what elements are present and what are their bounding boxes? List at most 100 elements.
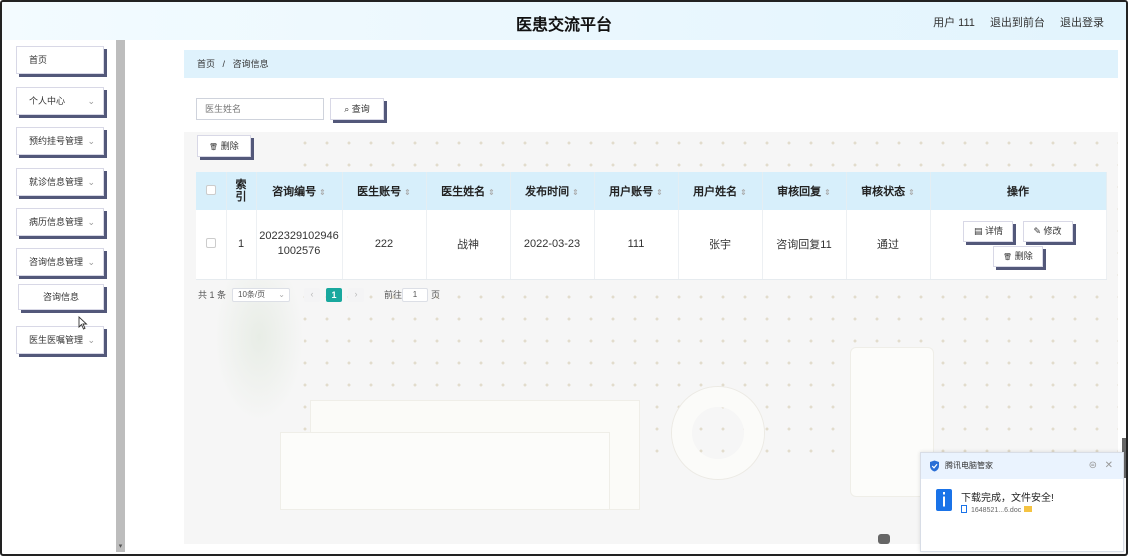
breadcrumb-separator: / [222, 59, 226, 69]
trash-icon: 🗑 [209, 144, 219, 151]
doctor-name-search-input[interactable] [196, 98, 324, 120]
folder-icon[interactable] [1024, 506, 1033, 512]
table-row: 1 2022329102946 1002576 222 战神 2022-03-2… [196, 210, 1107, 280]
chevron-down-icon: ⌄ [87, 136, 95, 146]
notification-header: 腾讯电脑管家 ⊜ ✕ [921, 453, 1123, 479]
sort-icon[interactable]: ⇕ [740, 188, 747, 197]
sidebar-item-label: 个人中心 [29, 96, 66, 106]
column-header-consult-no[interactable]: 咨询编号 ⇕ [256, 172, 343, 210]
sort-icon[interactable]: ⇕ [319, 188, 326, 197]
column-header-label: 审核回复 [777, 186, 822, 198]
chevron-down-icon: ⌄ [87, 257, 95, 267]
sidebar-item-label: 首页 [29, 55, 48, 65]
mouse-cursor-icon [78, 316, 88, 330]
cell-index: 1 [226, 210, 257, 280]
prev-page-button[interactable]: ‹ [304, 288, 320, 302]
sort-icon[interactable]: ⇕ [572, 188, 579, 197]
column-header-label: 医生姓名 [441, 186, 486, 198]
page-number-current[interactable]: 1 [326, 288, 342, 302]
file-icon [961, 505, 967, 513]
column-header-label: 医生账号 [357, 186, 402, 198]
sidebar-item-doctor-orders[interactable]: 医生医嘱管理 ⌄ [16, 326, 104, 354]
trash-icon: 🗑 [1003, 254, 1013, 262]
cell-user-account: 111 [594, 210, 679, 280]
column-header-actions: 操作 [930, 172, 1107, 210]
app-window: 医患交流平台 用户 111 退出到前台 退出登录 首页 个人中心 ⌄ 预约挂号管… [0, 0, 1128, 556]
sidebar-item-appointment[interactable]: 预约挂号管理 ⌄ [16, 127, 104, 155]
sidebar-item-visit-info[interactable]: 就诊信息管理 ⌄ [16, 168, 104, 196]
sort-icon[interactable]: ⇕ [656, 188, 663, 197]
shield-icon [930, 460, 939, 472]
sidebar-item-label: 病历信息管理 [29, 217, 84, 227]
cell-user-name: 张宇 [678, 210, 763, 280]
column-header-label: 操作 [1007, 186, 1029, 198]
batch-delete-button[interactable]: 🗑 删除 [197, 135, 251, 157]
column-header-user-name[interactable]: 用户姓名 ⇕ [678, 172, 763, 210]
row-delete-button[interactable]: 🗑 删除 [993, 246, 1043, 268]
breadcrumb-home[interactable]: 首页 [197, 59, 215, 69]
box-decoration [280, 432, 610, 510]
settings-icon[interactable]: ⊜ [1089, 453, 1097, 479]
search-button[interactable]: ⌕ 查询 [330, 98, 384, 120]
column-header-label: 审核状态 [861, 186, 906, 198]
table-header-row: 索引 咨询编号 ⇕ 医生账号 ⇕ 医生姓名 ⇕ 发布时间 ⇕ 用户账号 ⇕ 用户姓名 ⇕ 审… [196, 172, 1107, 210]
cell-publish-time: 2022-03-23 [510, 210, 595, 280]
column-header-doctor-name[interactable]: 医生姓名 ⇕ [426, 172, 511, 210]
edit-button[interactable]: ✎ 修改 [1022, 221, 1073, 243]
page-size-select[interactable]: 10条/页 ⌄ [232, 288, 290, 302]
sidebar-item-label: 咨询信息管理 [29, 257, 84, 267]
consult-table: 索引 咨询编号 ⇕ 医生账号 ⇕ 医生姓名 ⇕ 发布时间 ⇕ 用户账号 ⇕ 用户姓名 ⇕ 审… [196, 172, 1107, 280]
sidebar-item-label: 就诊信息管理 [29, 177, 84, 187]
goto-page-input[interactable]: 1 [402, 288, 428, 302]
row-checkbox[interactable] [205, 237, 216, 248]
back-to-front-link[interactable]: 退出到前台 [990, 17, 1045, 29]
notification-app-name: 腾讯电脑管家 [945, 461, 993, 470]
close-icon[interactable]: ✕ [1105, 453, 1113, 479]
chevron-down-icon: ⌄ [87, 96, 95, 106]
header-checkbox-cell[interactable] [196, 172, 227, 210]
sidebar-scrollbar[interactable] [116, 40, 125, 552]
pagination-total: 共 1 条 [198, 290, 227, 300]
chevron-down-icon: ⌄ [87, 177, 95, 187]
sidebar-subitem-label: 咨询信息 [42, 292, 79, 302]
sidebar-item-consult-management[interactable]: 咨询信息管理 ⌄ [16, 248, 104, 276]
sort-icon[interactable]: ⇕ [488, 188, 495, 197]
column-header-review-reply[interactable]: 审核回复 ⇕ [762, 172, 847, 210]
detail-icon: ▤ [973, 226, 983, 237]
row-checkbox-cell[interactable] [196, 210, 227, 280]
cell-doctor-account: 222 [342, 210, 427, 280]
breadcrumb: 首页 / 咨询信息 [184, 50, 1118, 78]
column-header-user-account[interactable]: 用户账号 ⇕ [594, 172, 679, 210]
column-header-label: 用户账号 [609, 186, 654, 198]
sidebar-item-home[interactable]: 首页 [16, 46, 104, 74]
chevron-down-icon: ⌄ [87, 335, 95, 345]
select-all-checkbox[interactable] [205, 184, 216, 195]
sidebar-item-label: 医生医嘱管理 [29, 335, 84, 345]
next-page-button[interactable]: › [348, 288, 364, 302]
sidebar-item-personal-center[interactable]: 个人中心 ⌄ [16, 87, 104, 115]
scroll-down-arrow-icon[interactable]: ▾ [116, 542, 125, 550]
column-header-review-status[interactable]: 审核状态 ⇕ [846, 172, 931, 210]
row-delete-button-label: 删除 [1014, 251, 1033, 262]
search-button-label: 查询 [351, 104, 370, 114]
sort-icon[interactable]: ⇕ [824, 188, 831, 197]
page-unit-label: 页 [431, 290, 441, 300]
download-notification: 腾讯电脑管家 ⊜ ✕ 下载完成，文件安全! 1648521...6.doc [920, 452, 1124, 552]
cell-actions: ▤ 详情 ✎ 修改 🗑 删除 [930, 210, 1107, 280]
logout-link[interactable]: 退出登录 [1060, 17, 1104, 29]
sidebar-subitem-consult-info[interactable]: 咨询信息 [18, 284, 104, 310]
mouse-icon [878, 534, 890, 544]
sort-icon[interactable]: ⇕ [908, 188, 915, 197]
cell-review-status: 通过 [846, 210, 931, 280]
edit-button-label: 修改 [1043, 226, 1062, 237]
page-size-value: 10条/页 [238, 290, 266, 299]
sidebar-item-medical-record[interactable]: 病历信息管理 ⌄ [16, 208, 104, 236]
column-header-doctor-account[interactable]: 医生账号 ⇕ [342, 172, 427, 210]
column-header-index: 索引 [226, 172, 257, 210]
detail-button-label: 详情 [984, 226, 1003, 237]
column-header-publish-time[interactable]: 发布时间 ⇕ [510, 172, 595, 210]
downloaded-file[interactable]: 1648521...6.doc [961, 505, 1033, 514]
detail-button[interactable]: ▤ 详情 [963, 221, 1014, 243]
sort-icon[interactable]: ⇕ [404, 188, 411, 197]
current-user-label: 用户 111 [933, 17, 975, 29]
